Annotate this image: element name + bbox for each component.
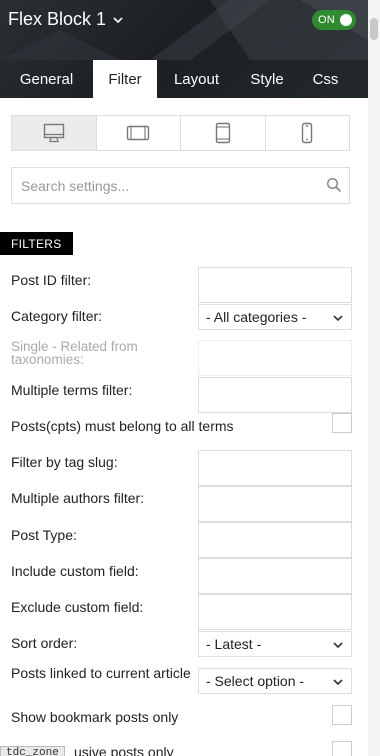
- chevron-down-icon: [333, 679, 343, 686]
- sort-order-label: Sort order:: [11, 635, 78, 651]
- tab-css[interactable]: Css: [298, 60, 353, 98]
- single-related-input: [198, 340, 352, 376]
- posts-linked-select[interactable]: - Select option -: [198, 668, 352, 694]
- chevron-down-icon: [333, 315, 343, 322]
- phone-icon: [302, 122, 313, 144]
- tag-slug-filter-label: Filter by tag slug:: [11, 454, 118, 470]
- settings-tabs: General Filter Layout Style Css: [0, 60, 368, 98]
- sort-order-select[interactable]: - Latest -: [198, 631, 352, 657]
- panel-header: Flex Block 1 ON General Filter Layout St…: [0, 0, 368, 98]
- post-id-filter-label: Post ID filter:: [11, 272, 92, 288]
- exclude-custom-field-label: Exclude custom field:: [11, 599, 144, 615]
- multiple-authors-filter-label: Multiple authors filter:: [11, 490, 145, 506]
- block-enabled-toggle[interactable]: ON: [312, 10, 356, 30]
- tablet-portrait-icon: [215, 122, 230, 144]
- category-filter-select[interactable]: - All categories -: [198, 304, 352, 330]
- scrollbar-thumb[interactable]: [370, 18, 378, 40]
- tab-general[interactable]: General: [0, 60, 93, 98]
- device-phone-button[interactable]: [264, 116, 350, 150]
- desktop-icon: [43, 123, 64, 143]
- posts-linked-label: Posts linked to current article: [11, 665, 191, 681]
- multiple-terms-filter-label: Multiple terms filter:: [11, 382, 133, 398]
- tab-layout[interactable]: Layout: [157, 60, 236, 98]
- exclude-custom-field-input[interactable]: [198, 594, 352, 630]
- tab-style[interactable]: Style: [236, 60, 298, 98]
- tablet-landscape-icon: [127, 125, 150, 141]
- single-related-label: Single - Related from taxonomies:: [11, 339, 138, 367]
- exclusive-posts-checkbox[interactable]: [332, 741, 352, 756]
- posts-belong-all-terms-checkbox[interactable]: [332, 413, 352, 433]
- settings-panel: Flex Block 1 ON General Filter Layout St…: [0, 0, 368, 756]
- exclusive-posts-label: usive posts only: [74, 744, 174, 756]
- multiple-terms-filter-input[interactable]: [198, 377, 352, 413]
- category-filter-value: - All categories -: [206, 309, 307, 325]
- include-custom-field-label: Include custom field:: [11, 563, 139, 579]
- search-input[interactable]: [21, 177, 311, 194]
- block-title-dropdown[interactable]: Flex Block 1: [8, 9, 124, 30]
- scrollbar[interactable]: [368, 0, 380, 756]
- post-id-filter-input[interactable]: [198, 267, 352, 303]
- post-type-input[interactable]: [198, 522, 352, 558]
- block-title: Flex Block 1: [8, 9, 107, 29]
- posts-linked-value: - Select option -: [206, 673, 305, 689]
- post-type-label: Post Type:: [11, 527, 77, 543]
- device-tablet-landscape-button[interactable]: [95, 116, 181, 150]
- sort-order-value: - Latest -: [206, 636, 262, 652]
- include-custom-field-input[interactable]: [198, 558, 352, 594]
- show-bookmark-checkbox[interactable]: [332, 705, 352, 725]
- tag-slug-filter-input[interactable]: [198, 450, 352, 486]
- toggle-knob: [340, 14, 352, 26]
- posts-belong-all-terms-label: Posts(cpts) must belong to all terms: [11, 418, 234, 434]
- show-bookmark-label: Show bookmark posts only: [11, 709, 179, 725]
- settings-search: [11, 167, 350, 204]
- toggle-label: ON: [318, 14, 335, 26]
- multiple-authors-filter-input[interactable]: [198, 486, 352, 522]
- element-tooltip: tdc_zone: [0, 746, 65, 756]
- device-desktop-button[interactable]: [12, 116, 96, 150]
- tab-filter[interactable]: Filter: [93, 60, 157, 98]
- category-filter-label: Category filter:: [11, 308, 103, 324]
- search-icon[interactable]: [326, 177, 342, 193]
- chevron-down-icon: [113, 16, 123, 23]
- chevron-down-icon: [333, 642, 343, 649]
- device-switcher: [11, 115, 350, 151]
- device-tablet-portrait-button[interactable]: [180, 116, 265, 150]
- filters-section-title: FILTERS: [0, 232, 73, 255]
